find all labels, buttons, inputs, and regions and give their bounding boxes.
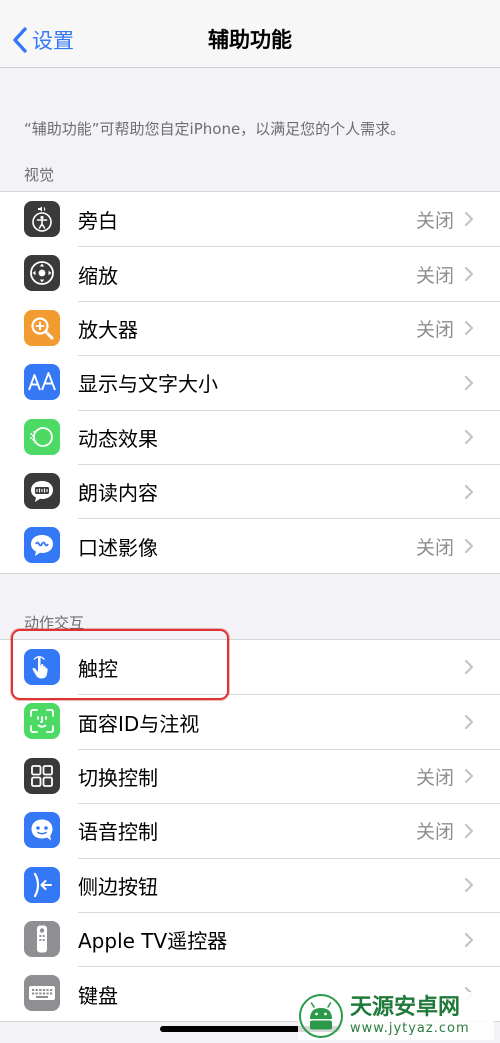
chevron-right-icon [464, 659, 476, 675]
section-header-vision: 视觉 [24, 166, 55, 184]
audio-description-icon [24, 527, 60, 564]
chevron-right-icon [464, 768, 476, 784]
magnifier-icon [24, 309, 60, 346]
row-label: 缩放 [78, 263, 118, 288]
row-voiceover[interactable]: 旁白 关闭 [0, 192, 500, 246]
row-apple-tv-remote[interactable]: Apple TV遥控器 [0, 911, 500, 966]
description-text: “辅助功能”可帮助您自定iPhone，以满足您的个人需求。 [24, 120, 406, 138]
chevron-right-icon [464, 823, 476, 839]
row-voice-control[interactable]: 语音控制 关闭 [0, 803, 500, 857]
row-value: 关闭 [415, 318, 454, 341]
row-face-id-attention[interactable]: 面容ID与注视 [0, 694, 500, 748]
row-label: 侧边按钮 [78, 874, 158, 899]
row-value: 关闭 [415, 264, 454, 287]
row-value: 关闭 [415, 821, 454, 844]
navigation-bar: 设置 辅助功能 [0, 0, 500, 68]
chevron-right-icon [464, 320, 476, 336]
voice-control-icon [24, 812, 60, 849]
row-label: 朗读内容 [78, 481, 158, 506]
row-value: 关闭 [415, 536, 454, 559]
watermark-url: www.jytyaz.com [350, 1021, 470, 1036]
zoom-icon [24, 255, 60, 292]
section-header-physical-motor: 动作交互 [24, 614, 85, 632]
apple-tv-remote-icon [24, 920, 60, 957]
chevron-right-icon [464, 714, 476, 730]
chevron-right-icon [464, 375, 476, 391]
switch-control-icon [24, 757, 60, 794]
row-value: 关闭 [415, 766, 454, 789]
face-id-icon [24, 703, 60, 740]
row-label: 口述影像 [78, 535, 158, 560]
row-spoken-content[interactable]: 朗读内容 [0, 463, 500, 518]
side-button-icon [24, 866, 60, 903]
row-label: Apple TV遥控器 [78, 929, 228, 954]
chevron-right-icon [464, 877, 476, 893]
settings-group-physical-motor: 触控 面容ID与注视 切换控制 关闭 语音控制 关闭 侧边按钮 Apple TV… [0, 639, 500, 1022]
android-logo-icon [299, 994, 343, 1038]
text-size-icon [24, 364, 60, 401]
chevron-right-icon [464, 484, 476, 500]
row-motion[interactable]: 动态效果 [0, 409, 500, 464]
row-value: 关闭 [415, 209, 454, 232]
motion-icon [24, 418, 60, 455]
watermark-title: 天源安卓网 [350, 995, 461, 1020]
row-display-text-size[interactable]: 显示与文字大小 [0, 355, 500, 409]
spoken-content-icon [24, 472, 60, 509]
voiceover-icon [24, 201, 60, 237]
row-audio-description[interactable]: 口述影像 关闭 [0, 518, 500, 572]
row-touch[interactable]: 触控 [0, 640, 500, 694]
row-label: 放大器 [78, 317, 138, 342]
settings-group-vision: 旁白 关闭 缩放 关闭 放大器 关闭 显示与文字大小 动态效果 朗读内容 口述影… [0, 191, 500, 574]
page-title: 辅助功能 [208, 28, 292, 52]
row-label: 旁白 [78, 208, 118, 233]
row-magnifier[interactable]: 放大器 关闭 [0, 300, 500, 355]
row-label: 触控 [78, 656, 118, 681]
chevron-right-icon [464, 211, 476, 227]
keyboard-icon [24, 975, 60, 1012]
chevron-right-icon [464, 266, 476, 282]
watermark: 天源安卓网 www.jytyaz.com [298, 992, 494, 1040]
row-label: 语音控制 [78, 820, 158, 845]
chevron-right-icon [464, 429, 476, 445]
row-side-button[interactable]: 侧边按钮 [0, 857, 500, 912]
row-switch-control[interactable]: 切换控制 关闭 [0, 748, 500, 803]
chevron-right-icon [464, 538, 476, 554]
chevron-right-icon [464, 932, 476, 948]
row-zoom[interactable]: 缩放 关闭 [0, 246, 500, 300]
touch-icon [24, 649, 60, 685]
row-label: 显示与文字大小 [78, 372, 218, 397]
row-label: 切换控制 [78, 765, 158, 790]
row-label: 动态效果 [78, 426, 158, 451]
row-label: 面容ID与注视 [78, 711, 200, 736]
